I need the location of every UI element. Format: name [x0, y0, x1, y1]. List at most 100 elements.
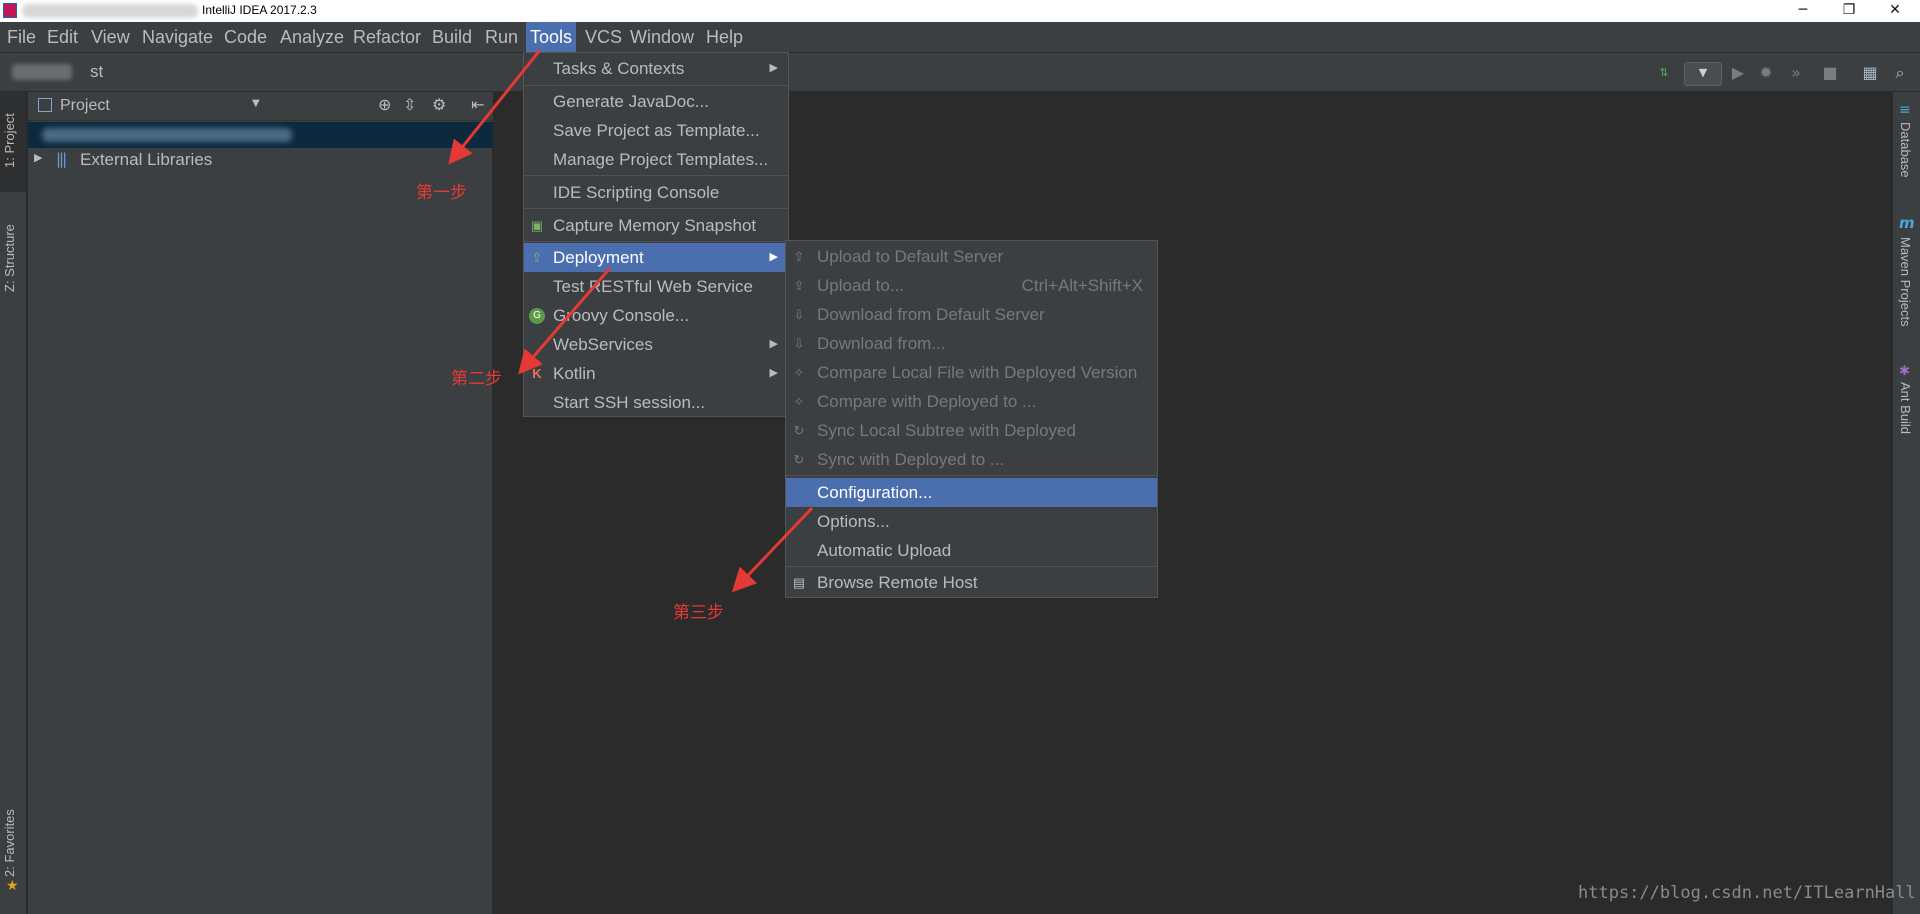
tab-favorites[interactable]: 2: Favorites [2, 809, 17, 877]
tab-database[interactable]: Database [1898, 122, 1913, 178]
menu-sync-deployed[interactable]: ↻ Sync with Deployed to ... [786, 445, 1157, 474]
menu-run[interactable]: Run [485, 22, 518, 52]
library-icon: ||| [56, 150, 67, 168]
menu-window[interactable]: Window [630, 22, 694, 52]
menu-build[interactable]: Build [432, 22, 472, 52]
menu-manage-templates[interactable]: Manage Project Templates... [524, 145, 788, 174]
menu-file[interactable]: File [7, 22, 36, 52]
project-panel-title[interactable]: Project [60, 97, 110, 115]
submenu-arrow-icon: ▶ [769, 367, 778, 379]
menu-ide-scripting[interactable]: IDE Scripting Console [524, 178, 788, 207]
automatic-upload-label: Automatic Upload [817, 541, 952, 560]
hide-icon[interactable]: ⇤ [471, 95, 484, 114]
download-from-label: Download from... [817, 334, 946, 353]
title-bar: IntelliJ IDEA 2017.2.3 ─ ❐ ✕ [0, 0, 1920, 22]
project-structure-icon[interactable]: ▦ [1860, 63, 1880, 83]
menu-download-from[interactable]: ⇩ Download from... [786, 329, 1157, 358]
coverage-icon[interactable]: » [1786, 63, 1806, 83]
menu-groovy-console[interactable]: G Groovy Console... [524, 301, 788, 330]
annotation-step3: 第三步 [673, 603, 724, 623]
menu-tasks-contexts[interactable]: Tasks & Contexts ▶ [524, 54, 788, 83]
menu-view[interactable]: View [91, 22, 130, 52]
menu-options[interactable]: Options... [786, 507, 1157, 536]
submenu-arrow-icon: ▶ [769, 251, 778, 263]
remote-host-icon: ▤ [792, 575, 806, 590]
right-tool-strip: ≡ Database m Maven Projects ✱ Ant Build [1892, 92, 1920, 914]
annotation-step2: 第二步 [451, 369, 502, 389]
menu-start-ssh[interactable]: Start SSH session... [524, 388, 788, 417]
menu-automatic-upload[interactable]: Automatic Upload [786, 536, 1157, 565]
sync-deployed-label: Sync with Deployed to ... [817, 450, 1005, 469]
tab-project[interactable]: 1: Project [2, 113, 17, 168]
menu-navigate[interactable]: Navigate [142, 22, 213, 52]
menu-upload-to[interactable]: ⇪ Upload to... Ctrl+Alt+Shift+X [786, 271, 1157, 300]
configuration-label: Configuration... [817, 483, 933, 502]
compare-icon: ✧ [793, 365, 805, 380]
sync-icon: ↻ [793, 452, 805, 467]
tab-maven[interactable]: Maven Projects [1898, 237, 1913, 327]
menu-sync-subtree[interactable]: ↻ Sync Local Subtree with Deployed [786, 416, 1157, 445]
download-icon: ⇩ [793, 307, 805, 322]
external-libraries-label: External Libraries [80, 150, 213, 169]
tab-ant-build[interactable]: Ant Build [1898, 382, 1913, 434]
compare-local-label: Compare Local File with Deployed Version [817, 363, 1138, 382]
download-default-label: Download from Default Server [817, 305, 1045, 324]
menu-vcs[interactable]: VCS [585, 22, 622, 52]
chevron-down-icon[interactable]: ▼ [252, 98, 260, 109]
tab-structure[interactable]: Z: Structure [2, 224, 17, 292]
browse-remote-label: Browse Remote Host [817, 573, 978, 592]
sync-icon: ↻ [793, 423, 805, 438]
compare-icon: ✧ [793, 394, 805, 409]
start-ssh-label: Start SSH session... [553, 393, 706, 412]
collapse-icon[interactable]: ⇳ [403, 95, 416, 114]
upload-icon: ⇪ [793, 249, 805, 264]
menu-compare-local[interactable]: ✧ Compare Local File with Deployed Versio… [786, 358, 1157, 387]
menu-save-template[interactable]: Save Project as Template... [524, 116, 788, 145]
menu-webservices[interactable]: WebServices ▶ [524, 330, 788, 359]
debug-icon[interactable]: ✹ [1756, 63, 1776, 83]
blurred-breadcrumb [12, 64, 72, 80]
project-panel-header: Project ▼ ⊕ ⇳ ⚙ ⇤ [28, 92, 493, 121]
project-root-row[interactable] [28, 122, 493, 148]
menu-generate-javadoc[interactable]: Generate JavaDoc... [524, 87, 788, 116]
breadcrumb[interactable]: st [90, 62, 103, 82]
run-icon[interactable]: ▶ [1728, 63, 1748, 83]
menu-deployment[interactable]: ⇪ Deployment ▶ [524, 243, 788, 272]
maximize-button[interactable]: ❐ [1826, 0, 1872, 22]
expand-arrow-icon[interactable]: ▶ [34, 151, 42, 164]
minimize-button[interactable]: ─ [1780, 0, 1826, 22]
ide-scripting-label: IDE Scripting Console [553, 183, 720, 202]
deployment-icon: ⇪ [531, 250, 543, 265]
menu-browse-remote[interactable]: ▤ Browse Remote Host [786, 568, 1157, 597]
menu-compare-deployed[interactable]: ✧ Compare with Deployed to ... [786, 387, 1157, 416]
run-config-dropdown[interactable]: ▼ [1684, 62, 1722, 86]
database-icon: ≡ [1899, 102, 1911, 118]
groovy-icon: G [529, 308, 545, 324]
menu-help[interactable]: Help [706, 22, 743, 52]
stop-icon[interactable]: ■ [1820, 63, 1840, 83]
menu-download-default[interactable]: ⇩ Download from Default Server [786, 300, 1157, 329]
close-button[interactable]: ✕ [1872, 0, 1918, 22]
left-tool-strip: 1: Project Z: Structure 2: Favorites ★ [0, 92, 27, 914]
menu-analyze[interactable]: Analyze [280, 22, 344, 52]
menu-tools[interactable]: Tools [526, 22, 577, 52]
star-icon: ★ [6, 878, 19, 894]
menu-kotlin[interactable]: K Kotlin ▶ [524, 359, 788, 388]
menu-configuration[interactable]: Configuration... [786, 478, 1157, 507]
menu-capture-memory[interactable]: ▣ Capture Memory Snapshot [524, 211, 788, 240]
menu-upload-default[interactable]: ⇪ Upload to Default Server [786, 242, 1157, 271]
menu-test-restful[interactable]: Test RESTful Web Service [524, 272, 788, 301]
webservices-label: WebServices [553, 335, 653, 354]
memory-snapshot-icon: ▣ [530, 218, 544, 233]
manage-templates-label: Manage Project Templates... [553, 150, 769, 169]
gear-icon[interactable]: ⚙ [432, 95, 446, 114]
upload-to-label: Upload to... [817, 276, 904, 295]
locate-icon[interactable]: ⊕ [378, 95, 391, 114]
kotlin-label: Kotlin [553, 364, 596, 383]
menu-edit[interactable]: Edit [47, 22, 78, 52]
external-libraries-node[interactable]: ▶ ||| External Libraries [28, 149, 493, 173]
search-icon[interactable]: ⌕ [1890, 63, 1910, 83]
menu-code[interactable]: Code [224, 22, 267, 52]
vcs-update-icon[interactable]: ⇅ [1654, 63, 1674, 83]
menu-refactor[interactable]: Refactor [353, 22, 421, 52]
